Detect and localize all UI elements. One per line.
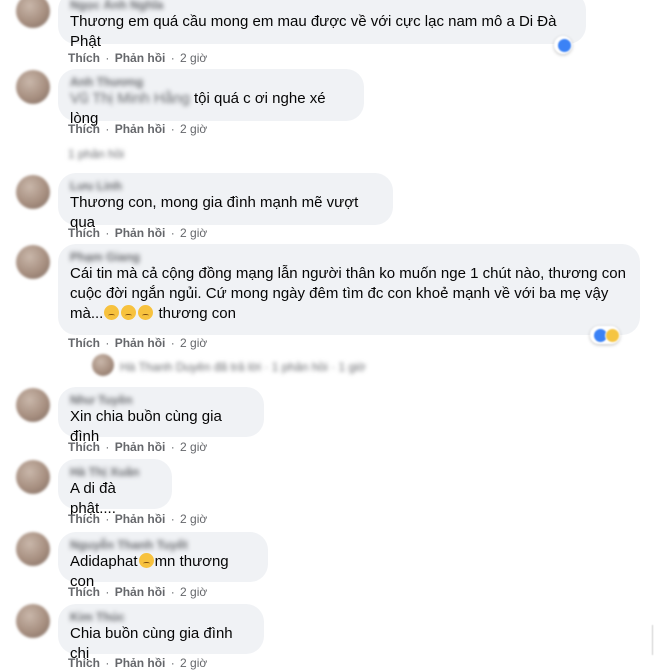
comment-actions: Thích · Phản hồi · 2 giờ	[68, 512, 207, 526]
like-link[interactable]: Thích	[68, 122, 100, 136]
view-replies-link[interactable]: Hà Thanh Duyên đã trả lời · 1 phản hồi ·…	[120, 360, 366, 374]
avatar[interactable]	[16, 532, 50, 566]
comment-bubble: Hà Thị Xuân A di đà phật....	[58, 459, 172, 517]
comment-time[interactable]: 2 giờ	[180, 656, 207, 670]
separator: ·	[105, 226, 110, 240]
comment-time[interactable]: 2 giờ	[180, 585, 207, 599]
comment-author[interactable]: Phạm Giang	[70, 250, 628, 264]
comment-bubble: Kim Thúc Chia buồn cùng gia đình chị	[58, 604, 264, 662]
comment-bubble: Phạm Giang Cái tin mà cả cộng đồng mạng …	[58, 244, 640, 335]
reaction-count[interactable]	[554, 36, 572, 54]
avatar[interactable]	[16, 175, 50, 209]
view-replies-link[interactable]: 1 phản hồi	[68, 147, 124, 161]
separator: ·	[105, 440, 110, 454]
avatar[interactable]	[16, 0, 50, 28]
comment-actions: Thích · Phản hồi · 2 giờ	[68, 51, 207, 65]
comment-time[interactable]: 2 giờ	[180, 51, 207, 65]
sad-emoji-icon	[121, 305, 137, 320]
reply-link[interactable]: Phản hồi	[115, 122, 166, 136]
sad-emoji-icon	[104, 305, 120, 320]
mentioned-user[interactable]: Vũ Thị Minh Hằng	[70, 90, 190, 107]
sad-emoji-icon	[138, 305, 154, 320]
comment-time[interactable]: 2 giờ	[180, 440, 207, 454]
separator: ·	[170, 226, 175, 240]
reply-link[interactable]: Phản hồi	[115, 51, 166, 65]
avatar[interactable]	[16, 70, 50, 104]
comment-text-body: Cái tin mà cả cộng đồng mạng lẫn người t…	[70, 265, 631, 322]
like-link[interactable]: Thích	[68, 226, 100, 240]
like-link[interactable]: Thích	[68, 51, 100, 65]
reply-link[interactable]: Phản hồi	[115, 440, 166, 454]
separator: ·	[170, 336, 175, 350]
comment-actions: Thích · Phản hồi · 2 giờ	[68, 122, 207, 136]
comment-author[interactable]: Kim Thúc	[70, 610, 252, 624]
like-link[interactable]: Thích	[68, 336, 100, 350]
reply-link[interactable]: Phản hồi	[115, 656, 166, 670]
separator: ·	[105, 51, 110, 65]
scrollbar[interactable]	[652, 625, 662, 655]
separator: ·	[105, 656, 110, 670]
comment-bubble: Nguyễn Thanh Tuyết Adidaphat mn thương co…	[58, 532, 268, 590]
separator: ·	[170, 512, 175, 526]
separator: ·	[170, 585, 175, 599]
reply-link[interactable]: Phản hồi	[115, 336, 166, 350]
separator: ·	[105, 512, 110, 526]
reaction-count[interactable]	[590, 326, 620, 344]
comment-text-tail: thương con	[158, 305, 236, 322]
comment-text: Thương em quá cầu mong em mau được về vớ…	[70, 13, 561, 50]
comment-author[interactable]: Nguyễn Thanh Tuyết	[70, 538, 256, 552]
comment-actions: Thích · Phản hồi · 2 giờ	[68, 656, 207, 670]
comment-text: Cái tin mà cả cộng đồng mạng lẫn người t…	[70, 264, 628, 324]
separator: ·	[105, 585, 110, 599]
comment-time[interactable]: 2 giờ	[180, 336, 207, 350]
like-reaction-icon	[557, 37, 572, 53]
like-link[interactable]: Thích	[68, 656, 100, 670]
comment-bubble: Ngọc Ánh Nghĩa Thương em quá cầu mong em…	[58, 0, 586, 50]
separator: ·	[105, 122, 110, 136]
sad-emoji-icon	[138, 553, 154, 568]
separator: ·	[170, 51, 175, 65]
reply-link[interactable]: Phản hồi	[115, 585, 166, 599]
comment-author[interactable]: Anh Thương	[70, 75, 352, 89]
reply-link[interactable]: Phản hồi	[115, 512, 166, 526]
separator: ·	[170, 440, 175, 454]
comment-bubble: Anh Thương Vũ Thị Minh Hằng tội quá c ơi…	[58, 69, 364, 127]
reply-link[interactable]: Phản hồi	[115, 226, 166, 240]
comment-bubble: Như Tuyền Xin chia buồn cùng gia đình	[58, 387, 264, 445]
comment-author[interactable]: Như Tuyền	[70, 393, 252, 407]
comment-time[interactable]: 2 giờ	[180, 122, 207, 136]
like-link[interactable]: Thích	[68, 512, 100, 526]
avatar[interactable]	[16, 388, 50, 422]
separator: ·	[170, 656, 175, 670]
comment-time[interactable]: 2 giờ	[180, 512, 207, 526]
avatar[interactable]	[16, 460, 50, 494]
avatar[interactable]	[16, 245, 50, 279]
comment-actions: Thích · Phản hồi · 2 giờ	[68, 336, 207, 350]
avatar[interactable]	[16, 604, 50, 638]
comment-bubble: Lưu Linh Thương con, mong gia đình mạnh …	[58, 173, 393, 231]
comment-time[interactable]: 2 giờ	[180, 226, 207, 240]
haha-reaction-icon	[605, 327, 620, 343]
comment-text-body: Adidaphat	[70, 553, 138, 570]
like-link[interactable]: Thích	[68, 440, 100, 454]
separator: ·	[170, 122, 175, 136]
comment-actions: Thích · Phản hồi · 2 giờ	[68, 585, 207, 599]
comment-author[interactable]: Lưu Linh	[70, 179, 381, 193]
like-link[interactable]: Thích	[68, 585, 100, 599]
separator: ·	[105, 336, 110, 350]
comment-actions: Thích · Phản hồi · 2 giờ	[68, 440, 207, 454]
comment-author[interactable]: Ngọc Ánh Nghĩa	[70, 0, 574, 12]
comment-author[interactable]: Hà Thị Xuân	[70, 465, 160, 479]
comment-actions: Thích · Phản hồi · 2 giờ	[68, 226, 207, 240]
reply-avatar[interactable]	[92, 354, 114, 376]
